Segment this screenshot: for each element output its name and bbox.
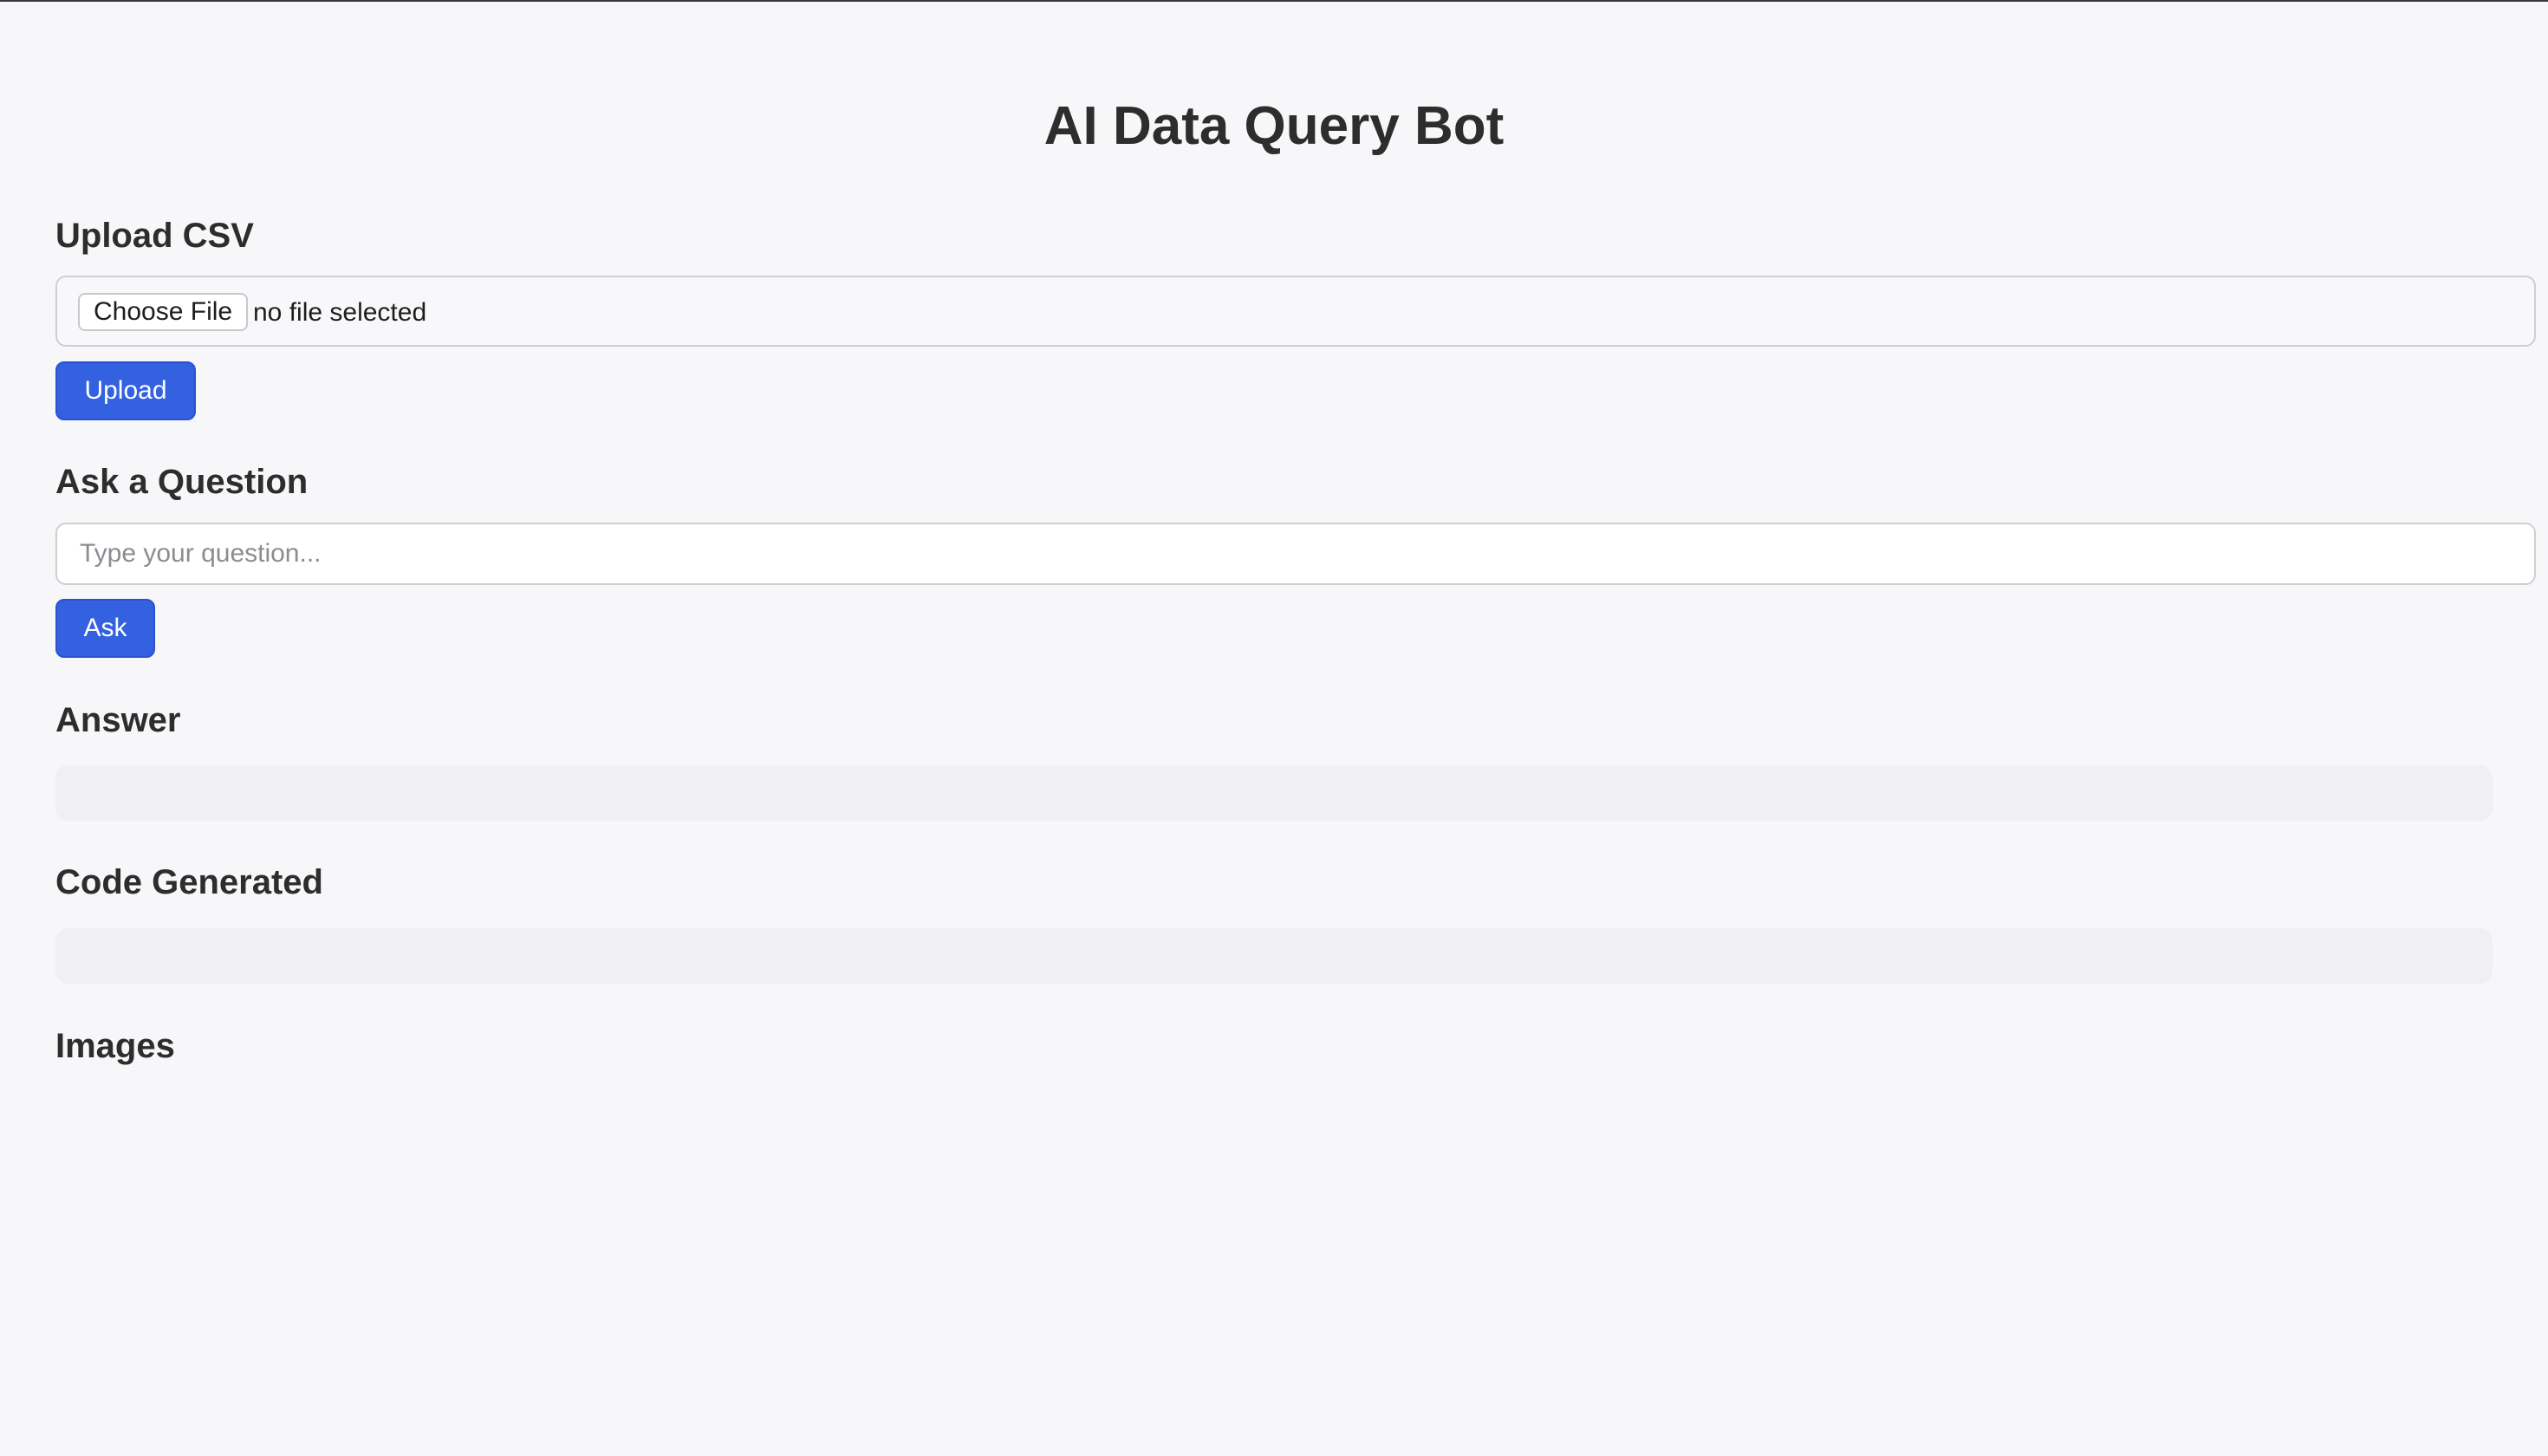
ask-button[interactable]: Ask xyxy=(55,599,155,658)
choose-file-button[interactable]: Choose File xyxy=(78,293,249,331)
answer-heading: Answer xyxy=(55,701,181,739)
images-heading: Images xyxy=(55,1027,175,1065)
images-container xyxy=(55,1085,2493,1345)
code-generated-heading: Code Generated xyxy=(55,863,323,901)
upload-button[interactable]: Upload xyxy=(55,361,196,420)
code-output xyxy=(55,928,2493,984)
file-status-text: no file selected xyxy=(253,298,427,327)
question-input[interactable] xyxy=(55,523,2536,585)
upload-csv-heading: Upload CSV xyxy=(55,217,254,255)
ask-question-heading: Ask a Question xyxy=(55,463,309,501)
file-input[interactable]: Choose File no file selected xyxy=(55,276,2536,347)
answer-output xyxy=(55,765,2493,821)
page-title: AI Data Query Bot xyxy=(1043,96,1505,156)
